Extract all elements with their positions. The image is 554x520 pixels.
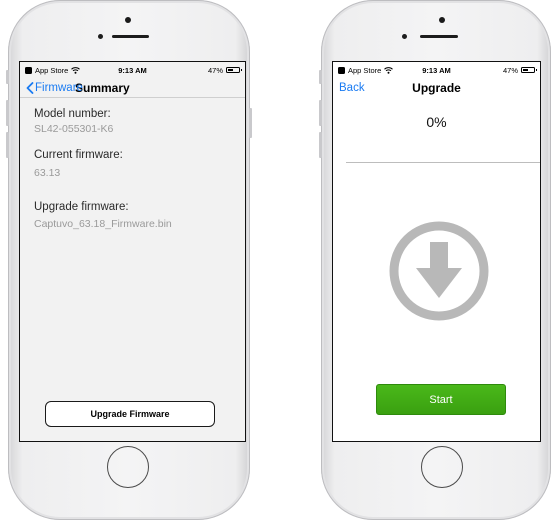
wifi-icon (71, 66, 81, 74)
phone-left: App Store 9:13 AM 47% Firmware Summary M… (6, 0, 252, 520)
earpiece-speaker (112, 35, 149, 38)
home-button (421, 446, 463, 488)
proximity-sensor (402, 34, 407, 39)
phone-right: App Store 9:13 AM 47% Back Upgrade 0% St… (319, 0, 551, 520)
download-arrow-icon (389, 221, 489, 321)
summary-screen: App Store 9:13 AM 47% Firmware Summary M… (19, 61, 246, 442)
navigation-bar: Back Upgrade (333, 78, 540, 98)
model-number-field: Model number: SL42-055301-K6 (20, 108, 245, 135)
back-label: Firmware (35, 81, 83, 94)
current-firmware-label: Current firmware: (34, 149, 123, 161)
battery-icon (521, 67, 537, 73)
volume-down-button (319, 132, 322, 158)
progress-track (346, 162, 540, 163)
upgrade-firmware-value: Captuvo_63.18_Firmware.bin (34, 218, 172, 230)
wifi-icon (384, 66, 394, 74)
current-firmware-value: 63.13 (34, 167, 61, 179)
status-carrier: App Store (348, 65, 382, 75)
battery-percent: 47% (207, 65, 223, 75)
mute-switch (319, 70, 322, 84)
front-camera (125, 17, 131, 23)
volume-down-button (6, 132, 9, 158)
model-number-value: SL42-055301-K6 (34, 123, 114, 135)
battery-icon (226, 67, 242, 73)
volume-up-button (6, 100, 9, 126)
start-button[interactable]: Start (376, 384, 506, 415)
mute-switch (6, 70, 9, 84)
navigation-bar: Firmware Summary (20, 78, 245, 98)
chevron-left-icon (26, 81, 34, 94)
upgrade-screen: App Store 9:13 AM 47% Back Upgrade 0% St… (332, 61, 541, 442)
back-button[interactable]: Back (339, 82, 365, 94)
page-title: Summary (75, 80, 130, 95)
upgrade-firmware-field: Upgrade firmware: Captuvo_63.18_Firmware… (20, 201, 245, 230)
current-firmware-field: Current firmware: 63.13 (20, 149, 245, 179)
status-carrier: App Store (35, 65, 69, 75)
upgrade-firmware-button[interactable]: Upgrade Firmware (45, 401, 215, 427)
home-button (107, 446, 149, 488)
power-button (249, 108, 252, 138)
upgrade-firmware-label: Upgrade firmware: (34, 201, 129, 213)
proximity-sensor (98, 34, 103, 39)
progress-percent: 0% (426, 114, 447, 130)
model-number-label: Model number: (34, 108, 111, 120)
volume-up-button (319, 100, 322, 126)
app-store-back-icon[interactable] (25, 66, 32, 74)
status-bar: App Store 9:13 AM 47% (20, 62, 245, 78)
status-bar: App Store 9:13 AM 47% (333, 62, 540, 78)
battery-percent: 47% (502, 65, 518, 75)
app-store-back-icon[interactable] (338, 66, 345, 74)
earpiece-speaker (420, 35, 458, 38)
front-camera (439, 17, 445, 23)
back-button-firmware[interactable]: Firmware (26, 82, 83, 94)
